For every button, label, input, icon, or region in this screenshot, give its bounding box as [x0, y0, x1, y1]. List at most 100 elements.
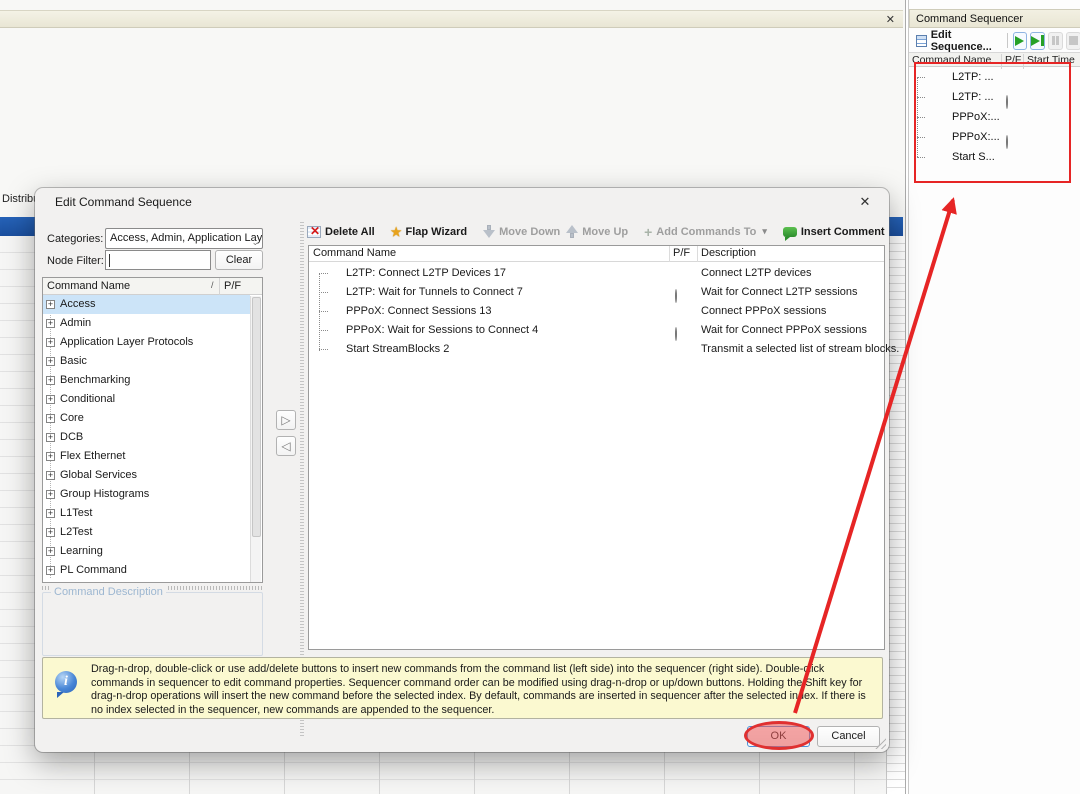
tree-item-label: Global Services	[60, 466, 137, 485]
tree-item-label: Learning	[60, 542, 103, 561]
sequence-row[interactable]: L2TP: Connect L2TP Devices 17 Connect L2T…	[309, 264, 884, 283]
tree-item[interactable]: +Application Layer Protocols	[43, 333, 250, 352]
list-column-command-name[interactable]: Command Name	[313, 247, 396, 259]
tree-item[interactable]: + DCB	[43, 428, 250, 447]
categories-value: Access, Admin, Application Laye...	[110, 232, 263, 244]
blue-info-bubble-icon: i	[55, 671, 77, 693]
delete-all-label: Delete All	[325, 226, 375, 238]
tree-item[interactable]: +Flex Ethernet	[43, 447, 250, 466]
sequence-row[interactable]: PPPoX: Connect Sessions 13Connect PPPoX …	[309, 302, 884, 321]
tree-item[interactable]: + Benchmarking	[43, 371, 250, 390]
flap-wizard-label: Flap Wizard	[406, 226, 468, 238]
categories-label: Categories:	[47, 233, 103, 245]
move-up-button[interactable]: Move Up	[566, 225, 628, 238]
annotation-ellipse	[744, 721, 814, 750]
close-icon[interactable]: ✕	[886, 13, 895, 26]
expand-icon[interactable]: +	[46, 319, 55, 328]
command-name: L2TP: Connect L2TP Devices 17	[346, 264, 506, 283]
sequence-row[interactable]: Start StreamBlocks 2Transmit a selected …	[309, 340, 884, 359]
expand-icon[interactable]: +	[46, 357, 55, 366]
column-divider	[697, 246, 698, 262]
close-icon[interactable]: ✕	[853, 192, 877, 212]
play-button[interactable]	[1013, 32, 1028, 50]
edit-command-sequence-dialog: Edit Command Sequence ✕ Categories: Acce…	[35, 188, 889, 752]
tree-item[interactable]: + Global Services	[43, 466, 250, 485]
play-to-end-button[interactable]	[1030, 32, 1045, 50]
toolbar-separator	[1007, 33, 1008, 48]
command-description: Connect PPPoX sessions	[701, 302, 826, 321]
sequence-toolbar: Delete All ★ Flap Wizard Move Down Move …	[307, 220, 883, 243]
pause-button[interactable]	[1048, 32, 1063, 50]
expand-icon[interactable]: +	[46, 376, 55, 385]
expand-icon[interactable]: +	[46, 566, 55, 575]
tree-item[interactable]: +L2Test	[43, 523, 250, 542]
command-name: PPPoX: Wait for Sessions to Connect 4	[346, 321, 538, 340]
expand-icon[interactable]: +	[46, 300, 55, 309]
expand-icon[interactable]: +	[46, 547, 55, 556]
pause-icon	[1056, 36, 1059, 45]
add-commands-to-button[interactable]: + Add Commands To ▾	[644, 226, 767, 238]
clear-button[interactable]: Clear	[215, 250, 263, 270]
command-description-label: Command Description	[51, 586, 166, 598]
list-icon	[916, 35, 927, 47]
end-bar-icon	[1041, 35, 1044, 46]
sequence-row[interactable]: PPPoX: Wait for Sessions to Connect 4 Wai…	[309, 321, 884, 340]
command-description: Wait for Connect PPPoX sessions	[701, 321, 867, 340]
tree-branch-icon	[319, 330, 328, 331]
chevron-down-icon: ▾	[762, 226, 767, 237]
list-column-description[interactable]: Description	[701, 247, 756, 259]
move-down-button[interactable]: Move Down	[483, 225, 560, 238]
delete-all-button[interactable]: Delete All	[307, 226, 375, 238]
expand-icon[interactable]: +	[46, 433, 55, 442]
command-description: Wait for Connect L2TP sessions	[701, 283, 858, 302]
tree-item[interactable]: +Access	[43, 295, 250, 314]
tree-item[interactable]: +L1Test	[43, 504, 250, 523]
tree-column-pf[interactable]: P/F	[224, 280, 241, 292]
tree-item[interactable]: + Group Histograms	[43, 485, 250, 504]
expand-icon[interactable]: +	[46, 471, 55, 480]
tree-item[interactable]: +Core	[43, 409, 250, 428]
sequence-command-list: Command Name P/F Description L2TP: Conne…	[308, 245, 885, 650]
node-filter-input[interactable]	[105, 250, 211, 270]
tree-item[interactable]: +Admin	[43, 314, 250, 333]
cancel-button[interactable]: Cancel	[817, 726, 880, 747]
tree-column-command-name[interactable]: Command Name	[47, 280, 130, 292]
command-description-groupbox: Command Description	[42, 592, 263, 656]
insert-comment-label: Insert Comment	[801, 226, 885, 238]
table-with-red-x-icon	[307, 226, 321, 238]
expand-icon[interactable]: +	[46, 452, 55, 461]
tree-branch-icon	[319, 273, 328, 274]
expand-icon[interactable]: +	[46, 490, 55, 499]
tree-item-label: Group Histograms	[60, 485, 149, 504]
command-description: Connect L2TP devices	[701, 264, 811, 283]
tree-item-label: DCB	[60, 428, 83, 447]
categories-select[interactable]: Access, Admin, Application Laye... ⌄	[105, 228, 263, 249]
expand-icon[interactable]: +	[46, 414, 55, 423]
down-arrow-icon	[483, 225, 495, 238]
tree-branch-icon	[319, 311, 328, 312]
scrollbar-thumb[interactable]	[252, 297, 261, 537]
expand-icon[interactable]: +	[46, 395, 55, 404]
list-column-pf[interactable]: P/F	[673, 247, 690, 259]
tree-item-label: Benchmarking	[60, 371, 130, 390]
tree-item[interactable]: +Basic	[43, 352, 250, 371]
add-to-sequence-button[interactable]: ▷	[276, 410, 296, 430]
tree-item[interactable]: + Learning	[43, 542, 250, 561]
expand-icon[interactable]: +	[46, 528, 55, 537]
expand-icon[interactable]: +	[46, 338, 55, 347]
insert-comment-button[interactable]: Insert Comment	[783, 226, 885, 238]
tree-item[interactable]: + Conditional	[43, 390, 250, 409]
chevron-down-icon: ⌄	[251, 233, 259, 249]
edit-sequence-button[interactable]: Edit Sequence...	[912, 31, 1002, 50]
sort-ascending-icon: /	[211, 280, 214, 290]
sequence-row[interactable]: L2TP: Wait for Tunnels to Connect 7Wait …	[309, 283, 884, 302]
dialog-title: Edit Command Sequence	[55, 195, 192, 209]
up-arrow-icon	[566, 225, 578, 238]
flap-wizard-button[interactable]: ★ Flap Wizard	[391, 226, 467, 238]
remove-from-sequence-button[interactable]: ◁	[276, 436, 296, 456]
expand-icon[interactable]: +	[46, 509, 55, 518]
stop-button[interactable]	[1066, 32, 1080, 50]
tree-item[interactable]: +PL Command	[43, 561, 250, 580]
tree-item-label: Conditional	[60, 390, 115, 409]
tree-scrollbar[interactable]	[250, 296, 261, 582]
